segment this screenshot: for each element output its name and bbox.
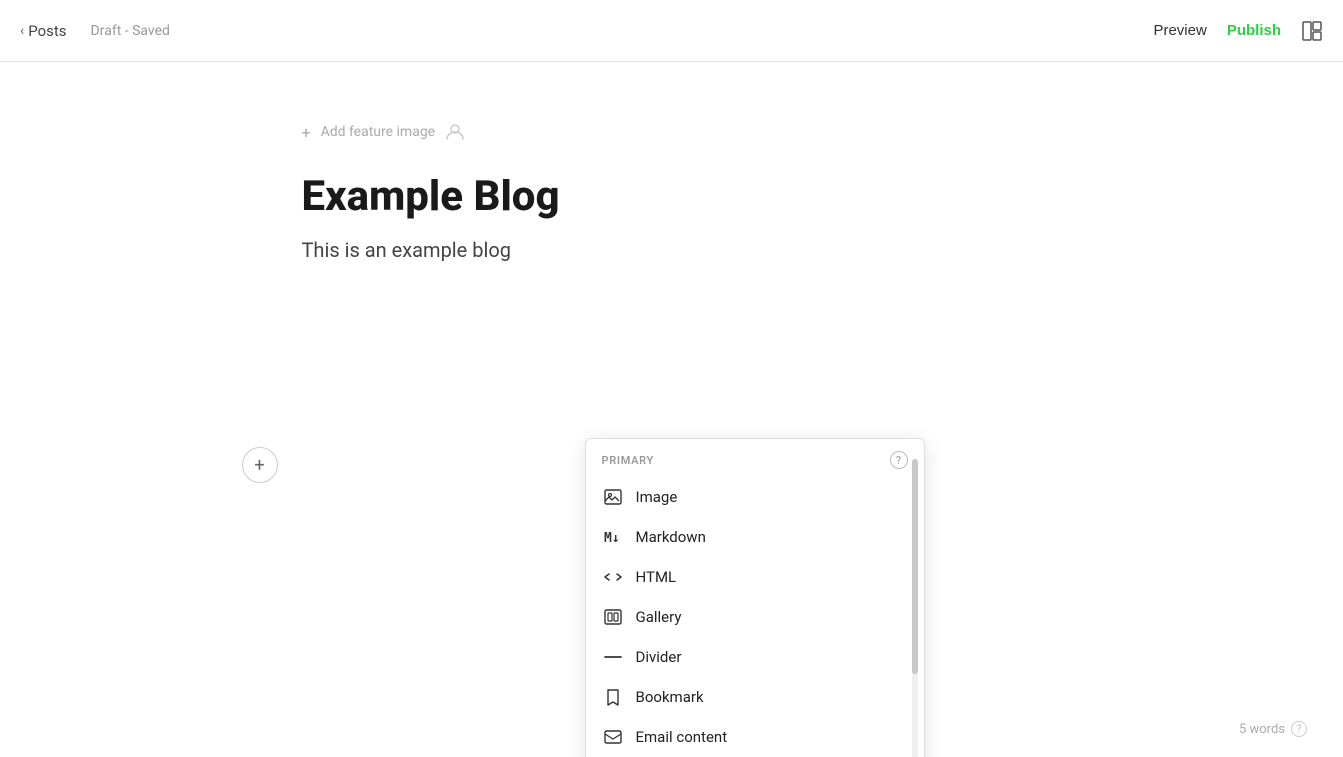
html-icon	[602, 567, 624, 587]
email-content-icon	[602, 727, 624, 747]
draft-status: Draft - Saved	[91, 23, 170, 39]
bookmark-icon	[602, 687, 624, 707]
block-image-label: Image	[636, 488, 678, 506]
scrollbar-track	[912, 459, 918, 757]
block-bookmark-label: Bookmark	[636, 688, 704, 706]
feature-image-plus-icon: +	[302, 123, 311, 142]
add-block-button[interactable]: +	[242, 447, 278, 483]
dropdown-help-icon[interactable]: ?	[890, 451, 908, 469]
block-email-content[interactable]: Email content	[586, 717, 924, 757]
header: ‹ Posts Draft - Saved Preview Publish	[0, 0, 1343, 62]
block-markdown[interactable]: M↓ Markdown	[586, 517, 924, 557]
gallery-icon	[602, 607, 624, 627]
dropdown-section-label: PRIMARY	[602, 454, 654, 467]
block-divider-label: Divider	[636, 648, 682, 666]
block-image[interactable]: Image	[586, 477, 924, 517]
block-html[interactable]: HTML	[586, 557, 924, 597]
layout-icon[interactable]	[1301, 20, 1323, 42]
publish-button[interactable]: Publish	[1227, 22, 1281, 39]
block-picker-dropdown: PRIMARY ? Image M↓	[585, 438, 925, 757]
feature-image-row[interactable]: + Add feature image	[302, 122, 1042, 142]
main-editor: + Add feature image Example Blog This is…	[0, 62, 1343, 757]
markdown-icon: M↓	[602, 527, 624, 547]
svg-text:M↓: M↓	[604, 531, 620, 546]
word-count-help-icon[interactable]: ?	[1291, 721, 1307, 737]
editor-container: + Add feature image Example Blog This is…	[302, 122, 1042, 757]
blog-title[interactable]: Example Blog	[302, 172, 1042, 222]
block-bookmark[interactable]: Bookmark	[586, 677, 924, 717]
person-icon	[445, 122, 465, 142]
blog-excerpt[interactable]: This is an example blog	[302, 238, 1042, 262]
header-left: ‹ Posts Draft - Saved	[20, 22, 170, 40]
block-markdown-label: Markdown	[636, 528, 706, 546]
dropdown-header: PRIMARY ?	[586, 439, 924, 477]
header-right: Preview Publish	[1153, 20, 1323, 42]
block-gallery[interactable]: Gallery	[586, 597, 924, 637]
preview-button[interactable]: Preview	[1153, 22, 1206, 39]
divider-icon	[602, 647, 624, 667]
block-gallery-label: Gallery	[636, 608, 682, 626]
block-email-content-label: Email content	[636, 728, 728, 746]
feature-image-label: Add feature image	[321, 124, 436, 140]
back-label: Posts	[28, 22, 66, 40]
image-icon	[602, 487, 624, 507]
word-count-bar: 5 words ?	[1239, 721, 1307, 737]
scrollbar-thumb[interactable]	[912, 459, 918, 674]
back-chevron-icon: ‹	[20, 23, 24, 39]
word-count-value: 5 words	[1239, 722, 1285, 737]
back-link[interactable]: ‹ Posts	[20, 22, 67, 40]
block-html-label: HTML	[636, 568, 677, 586]
block-divider[interactable]: Divider	[586, 637, 924, 677]
